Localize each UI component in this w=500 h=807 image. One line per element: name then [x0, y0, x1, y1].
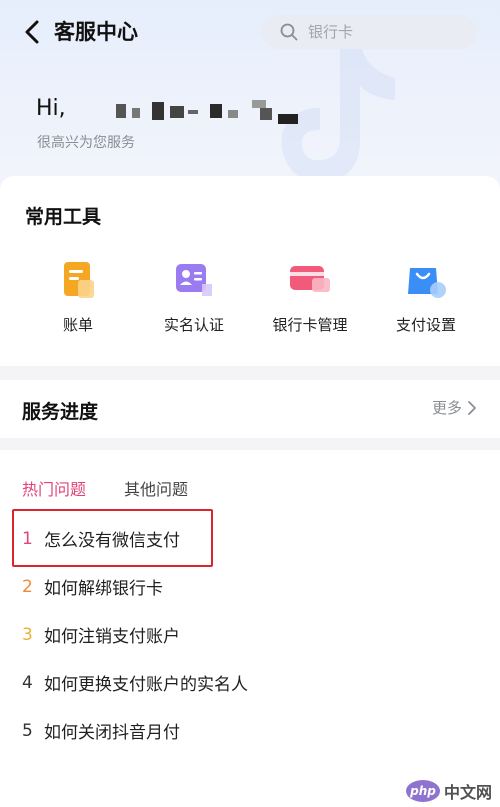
- tools-section-title: 常用工具: [25, 206, 102, 228]
- faq-item-4[interactable]: 4 如何更换支付账户的实名人: [22, 670, 248, 696]
- faq-number: 5: [22, 720, 33, 741]
- tab-other-questions[interactable]: 其他问题: [124, 476, 188, 500]
- faq-number: 3: [22, 624, 33, 645]
- id-card-icon: [172, 258, 216, 302]
- faq-item-5[interactable]: 5 如何关闭抖音月付: [22, 718, 180, 744]
- chevron-left-icon: [25, 20, 39, 44]
- faq-number: 4: [22, 672, 33, 693]
- greeting-text: Hi,: [36, 96, 66, 121]
- tool-real-name-auth[interactable]: 实名认证: [139, 258, 249, 335]
- highlight-annotation-box: [12, 509, 213, 567]
- tool-label: 实名认证: [163, 316, 224, 334]
- greeting-subtitle: 很高兴为您服务: [37, 135, 135, 151]
- faq-text: 如何关闭抖音月付: [44, 723, 180, 743]
- progress-section-title: 服务进度: [22, 401, 99, 423]
- tool-label: 账单: [62, 316, 93, 334]
- more-label: 更多: [431, 399, 462, 417]
- masked-username: [112, 100, 302, 124]
- section-divider: [0, 438, 500, 450]
- bill-icon: [56, 258, 100, 302]
- search-icon: [280, 23, 298, 41]
- tool-bill[interactable]: 账单: [23, 258, 133, 335]
- faq-item-2[interactable]: 2 如何解绑银行卡: [22, 574, 163, 600]
- site-watermark: php 中文网: [405, 779, 492, 803]
- tool-bank-card-manage[interactable]: 银行卡管理: [255, 258, 365, 335]
- search-box[interactable]: [262, 15, 477, 49]
- faq-text: 如何解绑银行卡: [44, 579, 163, 599]
- tab-hot-questions[interactable]: 热门问题: [22, 476, 86, 500]
- faq-text: 如何更换支付账户的实名人: [44, 675, 248, 695]
- chevron-right-icon: [468, 400, 476, 415]
- more-link[interactable]: 更多: [432, 397, 478, 418]
- page-title: 客服中心: [54, 20, 138, 44]
- faq-text: 如何注销支付账户: [44, 627, 180, 647]
- faq-item-3[interactable]: 3 如何注销支付账户: [22, 622, 180, 648]
- php-logo-icon: php: [405, 780, 440, 802]
- bank-card-icon: [288, 258, 332, 302]
- tool-payment-settings[interactable]: 支付设置: [371, 258, 481, 335]
- back-button[interactable]: [18, 18, 46, 46]
- watermark-text: 中文网: [443, 783, 492, 802]
- tool-label: 银行卡管理: [272, 316, 348, 334]
- shopping-bag-icon: [404, 258, 448, 302]
- faq-number: 2: [22, 576, 33, 597]
- search-input[interactable]: [308, 23, 458, 41]
- section-divider: [0, 366, 500, 380]
- tool-label: 支付设置: [395, 316, 456, 334]
